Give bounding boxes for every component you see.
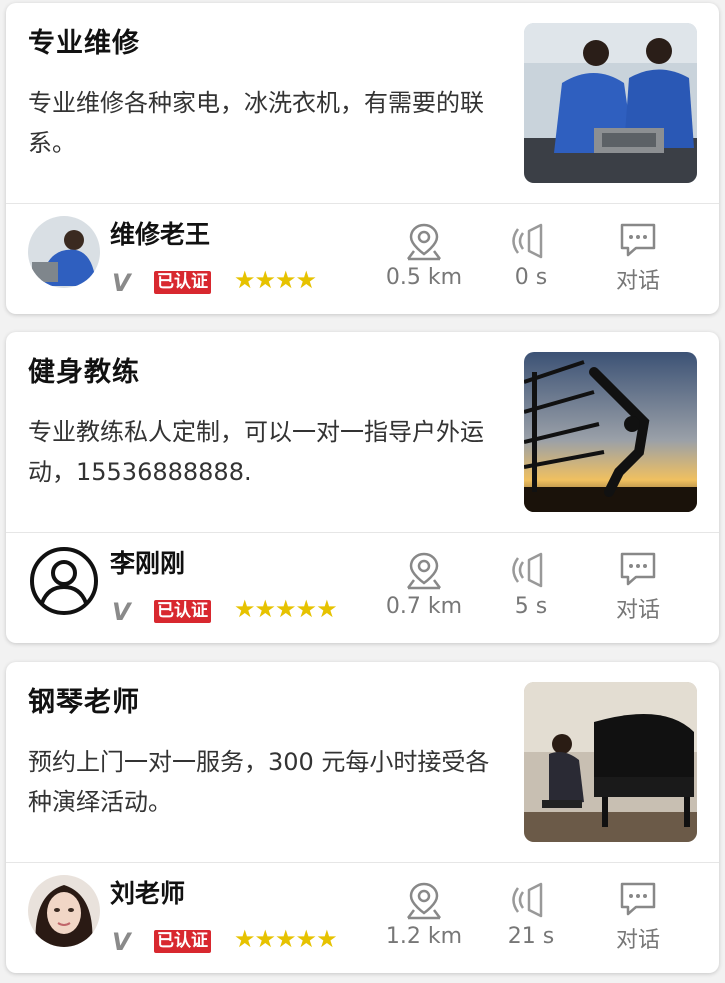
star-rating: ★★★★★ — [234, 595, 338, 623]
fitness-silhouette-sunset-photo — [524, 352, 697, 512]
verified-badge: 已认证 — [154, 930, 211, 953]
voice-speaker-icon — [512, 882, 543, 918]
service-card[interactable]: 钢琴老师 预约上门一对一服务，300 元每小时接受各种演绎活动。 刘老师 V 已… — [6, 662, 719, 973]
divider — [6, 532, 719, 533]
woman-portrait-photo — [28, 875, 100, 947]
distance-stat: 0.5 km — [374, 221, 474, 290]
service-thumbnail[interactable] — [524, 23, 697, 183]
avatar[interactable] — [28, 545, 100, 617]
distance-value: 0.5 km — [385, 265, 463, 290]
voice-speaker-icon — [512, 223, 543, 259]
v-badge: V — [112, 269, 131, 297]
chat-label: 对话 — [615, 928, 660, 953]
chat-bubble-icon — [620, 223, 656, 257]
card-title: 健身教练 — [28, 357, 140, 388]
chat-button[interactable]: 对话 — [588, 880, 688, 954]
service-thumbnail[interactable] — [524, 682, 697, 842]
chat-button[interactable]: 对话 — [588, 550, 688, 624]
location-pin-icon — [407, 552, 441, 590]
location-pin-icon — [407, 223, 441, 261]
distance-stat: 1.2 km — [374, 880, 474, 949]
duration-value: 5 s — [514, 594, 548, 619]
duration-value: 21 s — [507, 924, 555, 949]
chat-button[interactable]: 对话 — [588, 221, 688, 295]
card-description: 专业维修各种家电，冰洗衣机，有需要的联系。 — [28, 89, 484, 157]
provider-name[interactable]: 刘老师 — [110, 874, 185, 910]
card-title: 钢琴老师 — [28, 687, 140, 718]
star-rating: ★★★★★ — [234, 925, 338, 953]
location-pin-icon — [407, 882, 441, 920]
avatar[interactable] — [28, 875, 100, 947]
provider-name[interactable]: 李刚刚 — [110, 544, 185, 580]
voice-duration-stat[interactable]: 0 s — [481, 221, 581, 290]
voice-duration-stat[interactable]: 21 s — [481, 880, 581, 949]
chat-label: 对话 — [615, 598, 660, 623]
verified-badge: 已认证 — [154, 600, 211, 623]
repair-technicians-photo — [524, 23, 697, 183]
duration-value: 0 s — [514, 265, 548, 290]
repair-worker-photo — [28, 216, 100, 288]
avatar[interactable] — [28, 216, 100, 288]
voice-duration-stat[interactable]: 5 s — [481, 550, 581, 619]
service-thumbnail[interactable] — [524, 352, 697, 512]
distance-value: 0.7 km — [385, 594, 463, 619]
v-badge: V — [112, 598, 131, 626]
default-user-icon — [30, 547, 98, 615]
distance-value: 1.2 km — [385, 924, 463, 949]
card-description: 预约上门一对一服务，300 元每小时接受各种演绎活动。 — [28, 748, 490, 816]
v-badge: V — [112, 928, 131, 956]
service-card[interactable]: 专业维修 专业维修各种家电，冰洗衣机，有需要的联系。 维修老王 V 已认证 ★★… — [6, 3, 719, 314]
distance-stat: 0.7 km — [374, 550, 474, 619]
provider-name[interactable]: 维修老王 — [110, 215, 210, 251]
voice-speaker-icon — [512, 552, 543, 588]
chat-bubble-icon — [620, 882, 656, 916]
divider — [6, 203, 719, 204]
card-title: 专业维修 — [28, 28, 140, 59]
piano-player-photo — [524, 682, 697, 842]
chat-bubble-icon — [620, 552, 656, 586]
divider — [6, 862, 719, 863]
service-card[interactable]: 健身教练 专业教练私人定制，可以一对一指导户外运动，15536888888. 李… — [6, 332, 719, 643]
service-card-list: 专业维修 专业维修各种家电，冰洗衣机，有需要的联系。 维修老王 V 已认证 ★★… — [0, 0, 725, 983]
star-rating: ★★★★ — [234, 266, 317, 294]
card-description: 专业教练私人定制，可以一对一指导户外运动，15536888888. — [28, 418, 484, 486]
chat-label: 对话 — [615, 269, 660, 294]
verified-badge: 已认证 — [154, 271, 211, 294]
